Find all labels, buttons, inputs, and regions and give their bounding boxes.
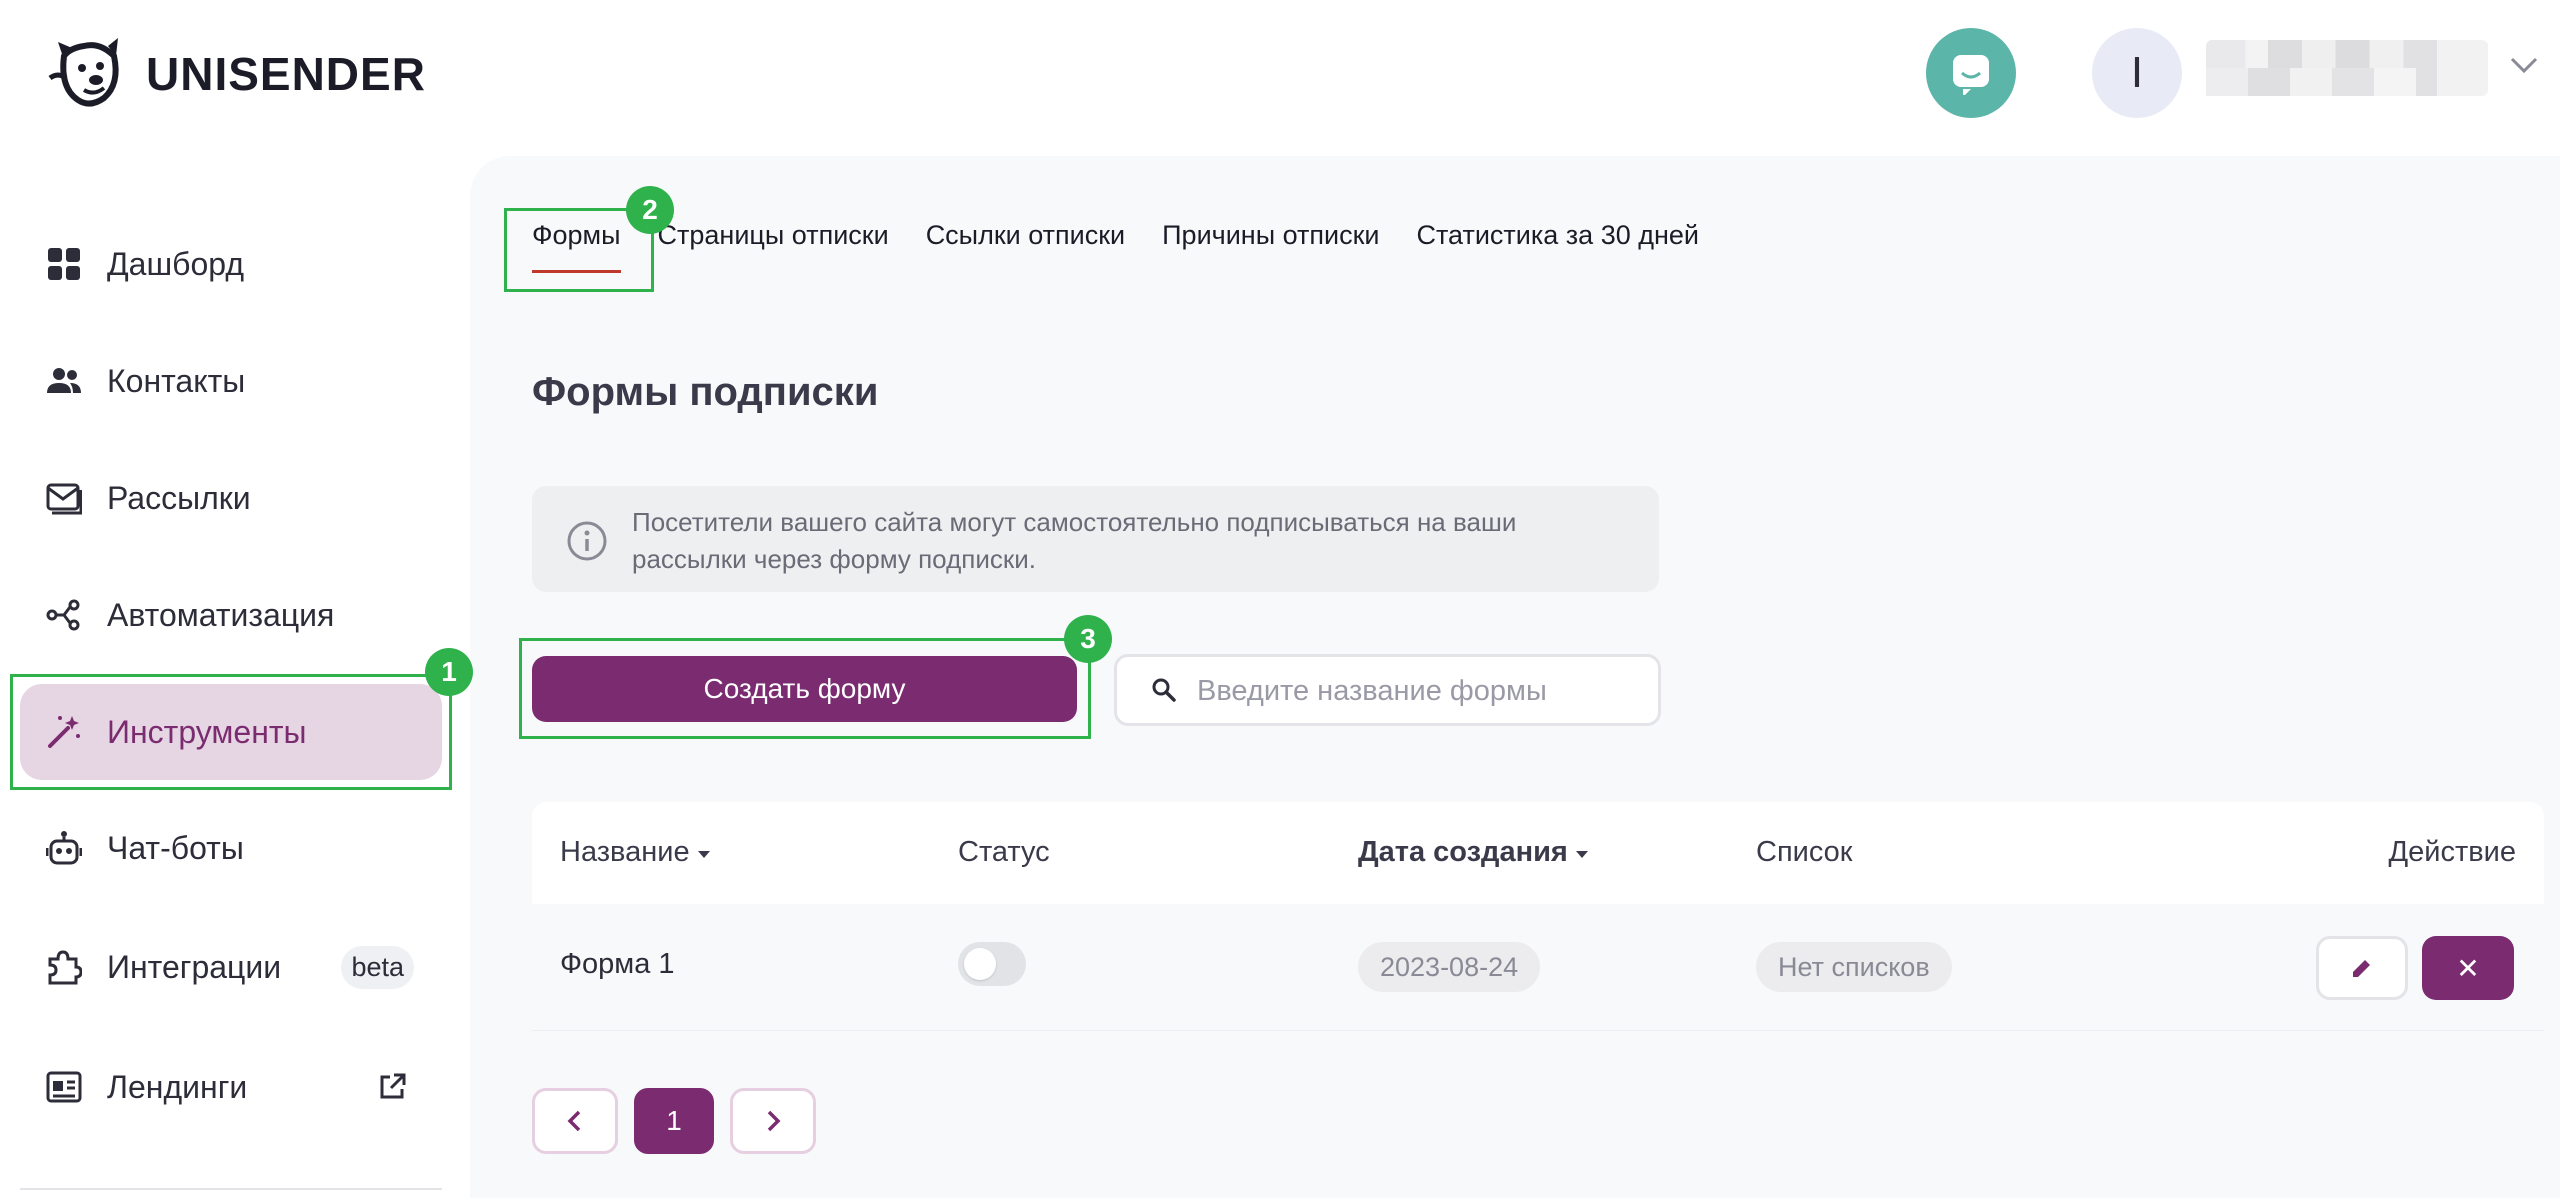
delete-button[interactable]: ✕ [2422, 936, 2514, 1000]
sidebar-item-integrations[interactable]: Интеграции beta [20, 919, 442, 1015]
column-header-label: Список [1756, 836, 1853, 868]
sidebar-item-label: Автоматизация [107, 596, 335, 633]
pagination: 1 [532, 1088, 816, 1154]
logo[interactable]: UNISENDER [48, 34, 426, 114]
landing-icon [46, 1071, 82, 1103]
tabs: Формы Страницы отписки Ссылки отписки Пр… [532, 220, 1699, 273]
close-icon: ✕ [2456, 952, 2480, 984]
automation-icon [46, 599, 80, 631]
column-header-label: Действие [2388, 836, 2516, 868]
robot-icon [46, 831, 82, 865]
sidebar-item-landings[interactable]: Лендинги [20, 1039, 442, 1135]
annotation-marker-2: 2 [626, 186, 674, 234]
tab-unsubscribe-pages[interactable]: Страницы отписки [658, 220, 889, 273]
sidebar-item-mailings[interactable]: Рассылки [20, 450, 442, 546]
edit-button[interactable] [2316, 936, 2408, 1000]
info-icon [567, 521, 607, 561]
annotation-marker-1: 1 [425, 648, 473, 696]
status-toggle[interactable] [958, 942, 1026, 986]
sidebar-item-label: Интеграции [107, 948, 282, 985]
column-header-label: Статус [958, 836, 1050, 868]
search-icon [1152, 678, 1176, 702]
sidebar-item-contacts[interactable]: Контакты [20, 333, 442, 429]
sidebar-divider [20, 1188, 442, 1190]
sidebar-item-label: Инструменты [107, 713, 307, 750]
info-banner: Посетители вашего сайта могут самостояте… [532, 486, 1659, 592]
sidebar-item-tools[interactable]: Инструменты [20, 684, 442, 780]
search-input[interactable] [1195, 657, 1639, 725]
chevron-down-icon[interactable] [2510, 56, 2538, 74]
sidebar-item-label: Дашборд [107, 245, 244, 282]
sidebar-item-label: Контакты [107, 362, 246, 399]
info-text: Посетители вашего сайта могут самостояте… [632, 507, 1517, 574]
column-header-status: Статус [958, 836, 1050, 869]
sidebar-item-automation[interactable]: Автоматизация [20, 567, 442, 663]
chat-icon [1953, 55, 1989, 95]
account-name-redacted[interactable] [2206, 40, 2488, 96]
column-header-label: Название [560, 836, 690, 868]
created-date: 2023-08-24 [1358, 942, 1541, 992]
beta-badge: beta [341, 945, 414, 989]
annotation-marker-3: 3 [1064, 615, 1112, 663]
main-panel: Формы Страницы отписки Ссылки отписки Пр… [470, 156, 2560, 1198]
toggle-knob [964, 948, 996, 980]
tab-stats-30-days[interactable]: Статистика за 30 дней [1417, 220, 1700, 273]
list-badge: Нет списков [1756, 942, 1952, 992]
sidebar-item-dashboard[interactable]: Дашборд [20, 216, 442, 312]
magic-wand-icon [48, 716, 80, 748]
sidebar-item-label: Лендинги [107, 1068, 248, 1105]
column-header-created[interactable]: Дата создания [1358, 836, 1588, 869]
pencil-icon [2353, 960, 2370, 977]
sidebar-item-chatbots[interactable]: Чат-боты [20, 800, 442, 896]
logo-text: UNISENDER [146, 48, 426, 100]
sidebar-item-label: Чат-боты [107, 829, 244, 866]
mail-icon [46, 483, 82, 515]
column-header-list: Список [1756, 836, 1853, 869]
prev-page-button[interactable] [532, 1088, 618, 1154]
sidebar-item-label: Рассылки [107, 479, 251, 516]
page-button-current[interactable]: 1 [634, 1088, 714, 1154]
contacts-icon [47, 368, 81, 393]
tab-unsubscribe-links[interactable]: Ссылки отписки [926, 220, 1125, 273]
chevron-right-icon [767, 1110, 781, 1132]
column-header-name[interactable]: Название [560, 836, 710, 869]
search-box [1114, 654, 1661, 726]
puzzle-icon [48, 950, 82, 985]
user-avatar[interactable]: I [2092, 28, 2182, 118]
chevron-left-icon [567, 1110, 581, 1132]
support-chat-button[interactable] [1926, 28, 2016, 118]
form-name[interactable]: Форма 1 [560, 948, 675, 981]
sort-caret-icon [1575, 851, 1588, 858]
dashboard-icon [48, 248, 80, 280]
create-form-button[interactable]: Создать форму [532, 656, 1077, 722]
tab-unsubscribe-reasons[interactable]: Причины отписки [1162, 220, 1379, 273]
table-row: Форма 1 2023-08-24 Нет списков ✕ [532, 904, 2544, 1031]
external-link-icon [380, 1073, 406, 1099]
dog-mascot-icon [48, 38, 119, 107]
tab-forms[interactable]: Формы [532, 220, 621, 273]
page-title: Формы подписки [532, 370, 879, 414]
column-header-label: Дата создания [1358, 836, 1568, 868]
table-header: Название Статус Дата создания Список Дей… [532, 802, 2544, 904]
next-page-button[interactable] [730, 1088, 816, 1154]
sort-caret-icon [697, 851, 710, 858]
column-header-action: Действие [2389, 836, 2516, 869]
